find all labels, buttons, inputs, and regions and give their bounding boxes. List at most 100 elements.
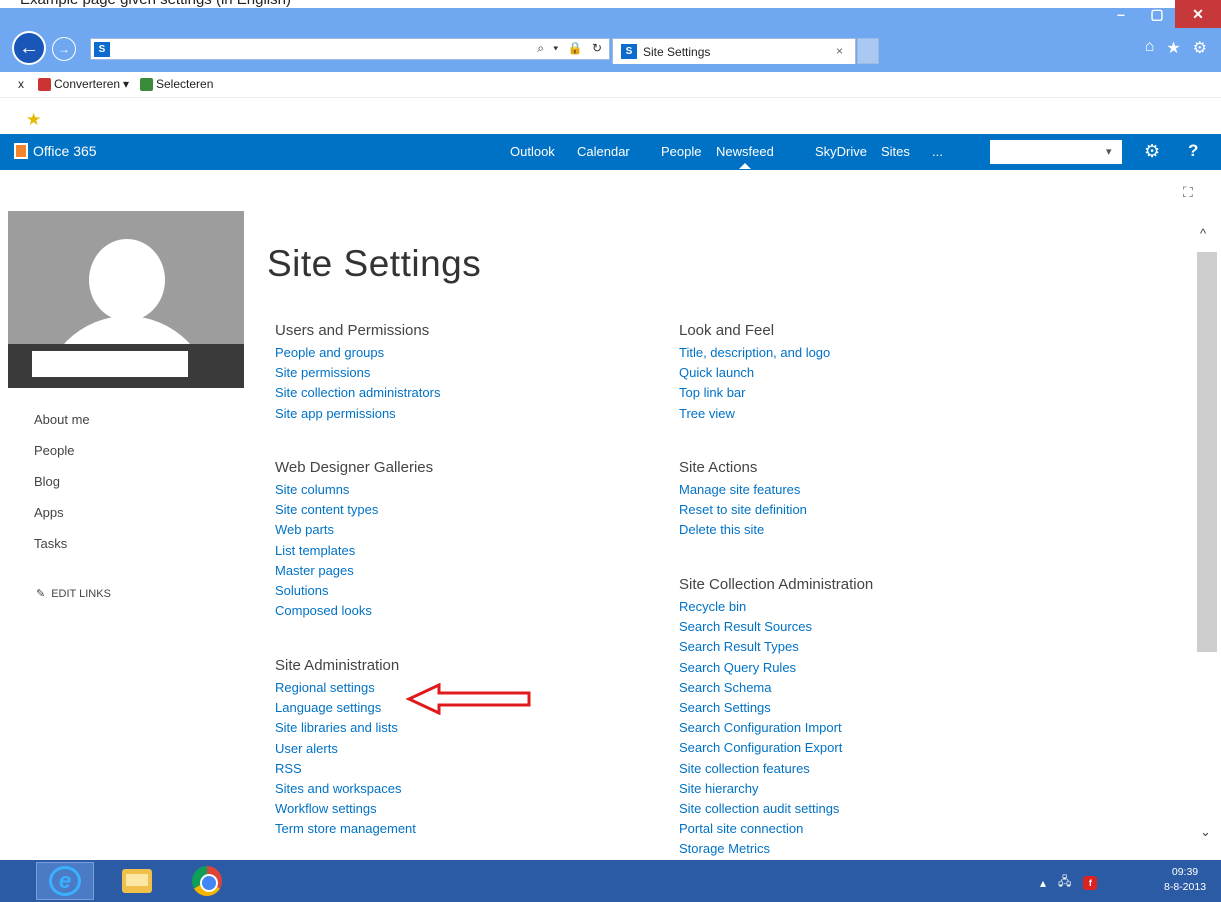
link-top-link-bar[interactable]: Top link bar (679, 383, 830, 403)
left-nav-blog[interactable]: Blog (34, 474, 90, 505)
link-site-collection-audit-settings[interactable]: Site collection audit settings (679, 799, 873, 819)
left-nav-apps[interactable]: Apps (34, 505, 90, 536)
window-controls: – ▢ ✕ (1103, 0, 1221, 28)
tools-icon[interactable]: ⚙ (1193, 38, 1207, 58)
link-reset-to-site-definition[interactable]: Reset to site definition (679, 500, 807, 520)
left-nav-tasks[interactable]: Tasks (34, 536, 90, 567)
link-title-description-logo[interactable]: Title, description, and logo (679, 343, 830, 363)
link-storage-metrics[interactable]: Storage Metrics (679, 839, 873, 859)
link-search-result-types[interactable]: Search Result Types (679, 637, 873, 657)
settings-gear-icon[interactable]: ⚙ (1144, 141, 1160, 162)
tab-title: Site Settings (643, 45, 711, 59)
link-composed-looks[interactable]: Composed looks (275, 601, 433, 621)
link-web-parts[interactable]: Web parts (275, 520, 433, 540)
link-search-query-rules[interactable]: Search Query Rules (679, 658, 873, 678)
link-portal-site-connection[interactable]: Portal site connection (679, 819, 873, 839)
link-delete-this-site[interactable]: Delete this site (679, 520, 807, 540)
link-search-configuration-import[interactable]: Search Configuration Import (679, 718, 873, 738)
scrollbar-thumb[interactable] (1197, 252, 1217, 652)
convert-dropdown-icon[interactable]: ▾ (123, 77, 129, 91)
restore-button[interactable]: ▢ (1139, 0, 1175, 28)
taskbar-file-explorer[interactable] (108, 862, 166, 900)
add-favorite-icon[interactable]: ★ (26, 110, 41, 130)
nav-skydrive[interactable]: SkyDrive (815, 144, 867, 159)
help-icon[interactable]: ? (1188, 141, 1198, 161)
scroll-down-icon[interactable]: ⌄ (1200, 824, 1211, 840)
clock-time: 09:39 (1171, 866, 1199, 878)
new-tab-button[interactable] (857, 38, 879, 64)
link-site-collection-administrators[interactable]: Site collection administrators (275, 383, 440, 403)
link-site-permissions[interactable]: Site permissions (275, 363, 440, 383)
flash-icon[interactable]: f (1083, 875, 1098, 890)
link-people-and-groups[interactable]: People and groups (275, 343, 440, 363)
address-bar[interactable]: S ⌕ ▾ 🔒 ↻ (90, 38, 610, 60)
link-site-columns[interactable]: Site columns (275, 480, 433, 500)
nav-sites[interactable]: Sites (881, 144, 910, 159)
back-button[interactable]: ← (12, 31, 46, 65)
link-rss[interactable]: RSS (275, 759, 416, 779)
left-nav-about-me[interactable]: About me (34, 412, 90, 443)
link-master-pages[interactable]: Master pages (275, 561, 433, 581)
link-site-libraries-and-lists[interactable]: Site libraries and lists (275, 718, 416, 738)
annotation-arrow-icon (405, 683, 531, 715)
link-site-hierarchy[interactable]: Site hierarchy (679, 779, 873, 799)
convert-label: Converteren (54, 77, 121, 91)
section-site-collection-administration: Site Collection Administration Recycle b… (679, 575, 873, 860)
section-heading: Web Designer Galleries (275, 459, 434, 476)
link-search-configuration-export[interactable]: Search Configuration Export (679, 738, 873, 758)
network-icon[interactable]: 🖧 (1058, 872, 1071, 893)
nav-people[interactable]: People (661, 144, 701, 159)
address-tools-icon[interactable]: ⌕ ▾ 🔒 ↻ (537, 41, 605, 56)
select-button[interactable]: Selecteren (140, 77, 213, 91)
minimize-button[interactable]: – (1103, 0, 1139, 28)
link-recycle-bin[interactable]: Recycle bin (679, 597, 873, 617)
edit-links-button[interactable]: ✎ EDIT LINKS (36, 587, 111, 601)
avatar[interactable] (8, 211, 244, 388)
user-menu-chevron-down-icon[interactable]: ▾ (1106, 145, 1112, 158)
command-bar-close[interactable]: x (18, 77, 24, 91)
close-window-button[interactable]: ✕ (1175, 0, 1221, 28)
link-language-settings[interactable]: Language settings (275, 698, 416, 718)
scroll-up-icon[interactable]: ^ (1200, 226, 1206, 241)
vertical-scrollbar[interactable]: ^ ⌄ (1196, 222, 1218, 842)
sharepoint-favicon-icon: S (94, 42, 110, 57)
tray-expand-icon[interactable]: ▴ (1040, 876, 1046, 890)
favorites-icon[interactable]: ★ (1166, 38, 1180, 58)
clock-date: 8-8-2013 (1164, 881, 1207, 893)
taskbar-chrome[interactable] (178, 862, 236, 900)
internet-explorer-icon: e (49, 866, 81, 896)
select-label: Selecteren (156, 77, 214, 91)
link-site-collection-features[interactable]: Site collection features (679, 759, 873, 779)
link-search-schema[interactable]: Search Schema (679, 678, 873, 698)
nav-more[interactable]: ... (932, 144, 943, 159)
forward-button[interactable]: → (52, 37, 76, 61)
home-icon[interactable]: ⌂ (1145, 38, 1155, 58)
link-site-app-permissions[interactable]: Site app permissions (275, 404, 440, 424)
focus-content-icon[interactable]: ⛶ (1183, 184, 1193, 201)
convert-button[interactable]: Converteren (38, 77, 120, 91)
tab-site-settings[interactable]: S Site Settings × (612, 38, 856, 64)
nav-newsfeed[interactable]: Newsfeed (716, 144, 774, 169)
taskbar-internet-explorer[interactable]: e (36, 862, 94, 900)
link-workflow-settings[interactable]: Workflow settings (275, 799, 416, 819)
link-quick-launch[interactable]: Quick launch (679, 363, 830, 383)
link-regional-settings[interactable]: Regional settings (275, 678, 416, 698)
link-user-alerts[interactable]: User alerts (275, 739, 416, 759)
user-name-box[interactable] (990, 140, 1122, 164)
link-tree-view[interactable]: Tree view (679, 404, 830, 424)
clock[interactable]: 09:39 8-8-2013 (1164, 865, 1206, 895)
left-nav: About me People Blog Apps Tasks (34, 412, 90, 567)
command-bar: x Converteren ▾ Selecteren (0, 72, 1221, 98)
link-manage-site-features[interactable]: Manage site features (679, 480, 807, 500)
nav-calendar[interactable]: Calendar (577, 144, 630, 159)
left-nav-people[interactable]: People (34, 443, 90, 474)
link-site-content-types[interactable]: Site content types (275, 500, 433, 520)
link-search-settings[interactable]: Search Settings (679, 698, 873, 718)
tab-close-icon[interactable]: × (836, 44, 843, 58)
link-solutions[interactable]: Solutions (275, 581, 433, 601)
nav-outlook[interactable]: Outlook (510, 144, 555, 159)
link-sites-and-workspaces[interactable]: Sites and workspaces (275, 779, 416, 799)
link-term-store-management[interactable]: Term store management (275, 819, 416, 839)
link-search-result-sources[interactable]: Search Result Sources (679, 617, 873, 637)
link-list-templates[interactable]: List templates (275, 541, 433, 561)
